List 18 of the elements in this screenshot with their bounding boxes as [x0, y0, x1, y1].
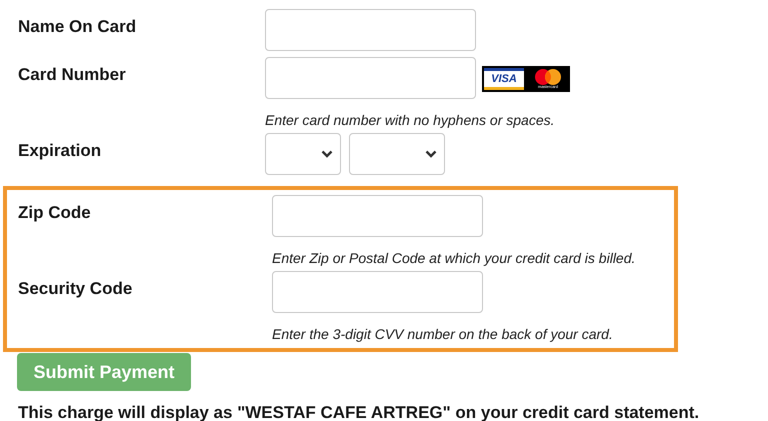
- field-label: Expiration: [17, 140, 102, 162]
- select-field[interactable]: [349, 133, 445, 175]
- hint-text: Enter Zip or Postal Code at which your credit card is billed.: [272, 249, 636, 267]
- chevron-down-icon: [425, 150, 437, 158]
- field-label: Name On Card: [17, 16, 138, 38]
- field-label: Security Code: [17, 278, 134, 300]
- text-field[interactable]: [272, 195, 483, 237]
- hint-text: Enter the 3-digit CVV number on the back of your card.: [272, 325, 613, 343]
- text-field[interactable]: [272, 271, 483, 313]
- field-label: Zip Code: [17, 202, 92, 224]
- hint-text: Enter card number with no hyphens or spaces.: [265, 111, 556, 129]
- submit-button[interactable]: Submit Payment: [17, 353, 191, 391]
- chevron-down-icon: [321, 150, 333, 158]
- text-field[interactable]: [265, 9, 476, 51]
- visa-logo-icon: VISA: [482, 66, 526, 92]
- text-field[interactable]: [265, 57, 476, 99]
- select-field[interactable]: [265, 133, 341, 175]
- field-label: Card Number: [17, 64, 127, 86]
